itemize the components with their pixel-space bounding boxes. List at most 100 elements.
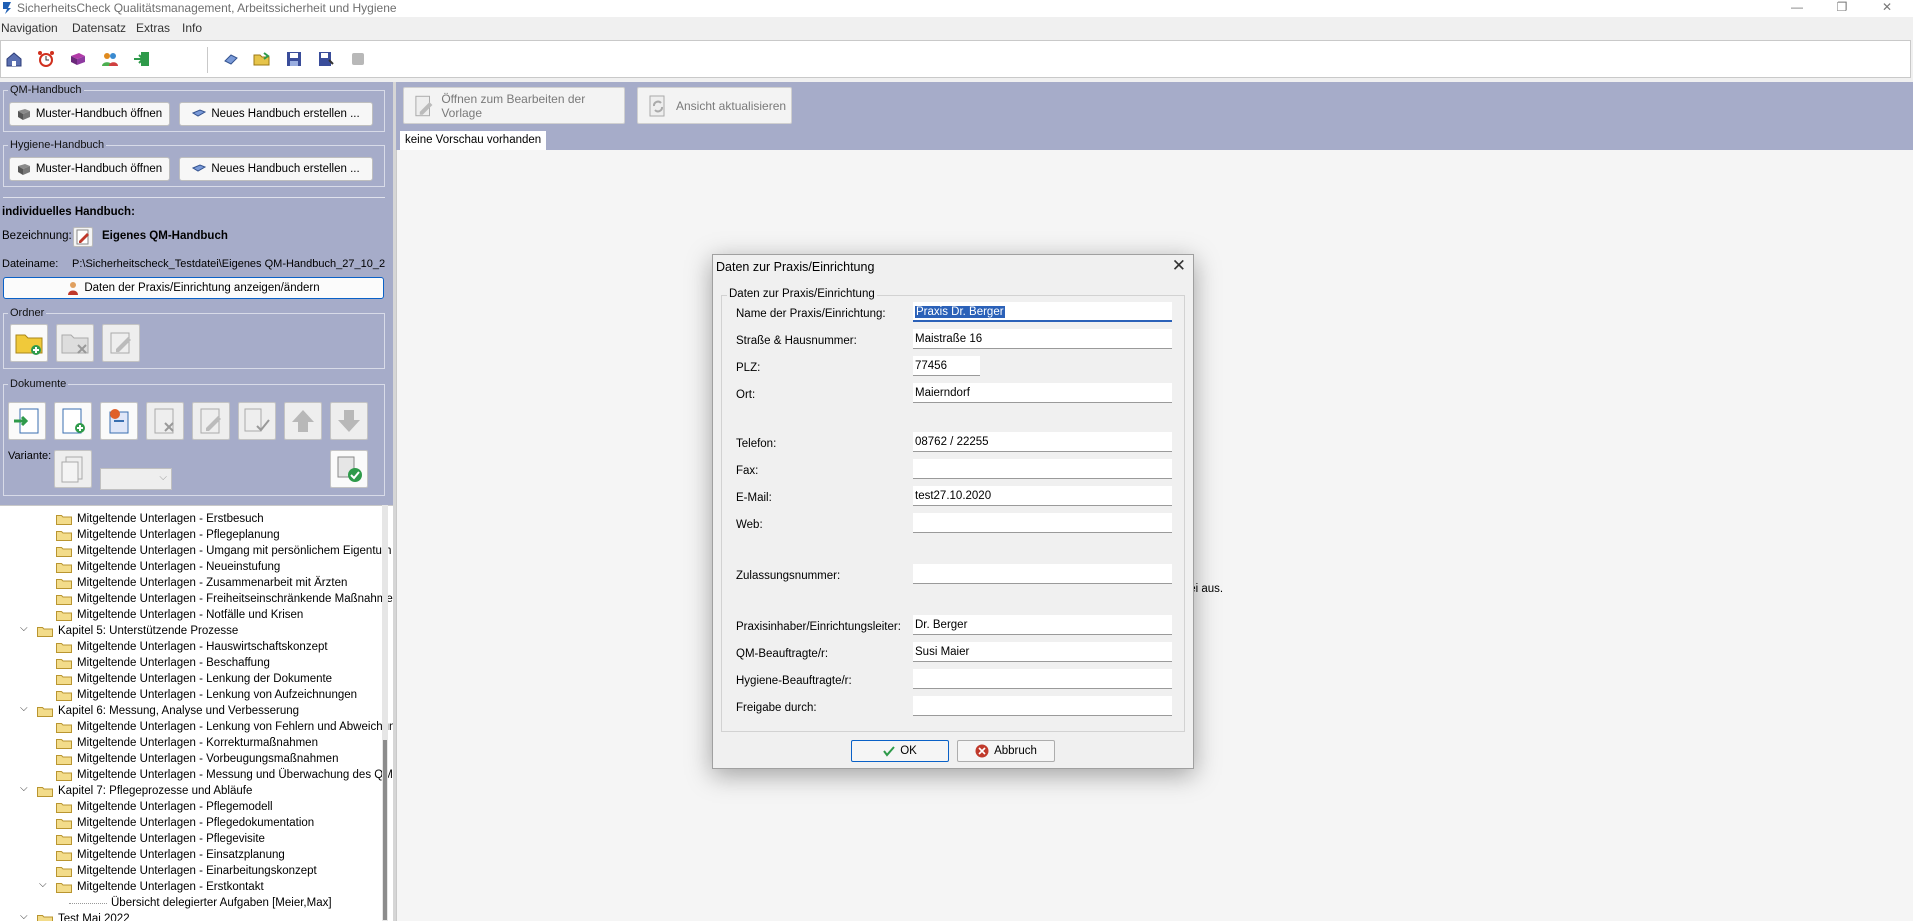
plz-field[interactable]: 77456 bbox=[913, 356, 980, 376]
hygiene-new-handbook-button[interactable]: Neues Handbuch erstellen ... bbox=[179, 157, 373, 181]
home-icon[interactable] bbox=[5, 50, 23, 68]
minimize-button[interactable]: — bbox=[1782, 0, 1812, 17]
tree-item[interactable]: Mitgeltende Unterlagen - Neueinstufung bbox=[56, 559, 280, 575]
settings-icon[interactable] bbox=[349, 50, 367, 68]
qm-open-sample-button[interactable]: Muster-Handbuch öffnen bbox=[9, 102, 170, 126]
rename-folder-button[interactable] bbox=[102, 324, 140, 362]
tree-item[interactable]: Mitgeltende Unterlagen - Beschaffung bbox=[56, 655, 270, 671]
tree-item[interactable]: Mitgeltende Unterlagen - Einsatzplanung bbox=[56, 847, 285, 863]
arrow-down-icon bbox=[338, 410, 360, 432]
tree-item[interactable]: Mitgeltende Unterlagen - Vorbeugungsmaßn… bbox=[56, 751, 338, 767]
users-icon[interactable] bbox=[101, 50, 119, 68]
ok-label: OK bbox=[900, 745, 917, 757]
open-for-edit-label: Öffnen zum Bearbeiten der Vorlage bbox=[441, 91, 586, 120]
new-document-button[interactable] bbox=[54, 402, 92, 440]
tree-chapter[interactable]: ⌵ Kapitel 5: Unterstützende Prozesse bbox=[20, 623, 238, 639]
delete-folder-button[interactable] bbox=[56, 324, 94, 362]
fax-field[interactable] bbox=[913, 459, 1172, 479]
tree-item[interactable]: Mitgeltende Unterlagen - Lenkung der Dok… bbox=[56, 671, 332, 687]
chevron-down-icon[interactable]: ⌵ bbox=[20, 703, 28, 714]
tree-item[interactable]: Mitgeltende Unterlagen - Umgang mit pers… bbox=[56, 543, 392, 559]
edit-document-button[interactable] bbox=[192, 402, 230, 440]
tree-item[interactable]: Mitgeltende Unterlagen - Pflegemodell bbox=[56, 799, 273, 815]
tree-document[interactable]: Übersicht delegierter Aufgaben [Meier,Ma… bbox=[69, 895, 332, 911]
open-for-edit-button[interactable]: Öffnen zum Bearbeiten der Vorlage bbox=[403, 87, 625, 124]
open-folder-icon[interactable] bbox=[253, 50, 271, 68]
hygiene-field[interactable] bbox=[913, 669, 1172, 689]
tree-item[interactable]: Mitgeltende Unterlagen - Hauswirtschafts… bbox=[56, 639, 328, 655]
name-value: Praxis Dr. Berger bbox=[915, 306, 1005, 318]
tree-item[interactable]: Mitgeltende Unterlagen - Korrekturmaßnah… bbox=[56, 735, 318, 751]
tree-item[interactable]: Mitgeltende Unterlagen - Notfälle und Kr… bbox=[56, 607, 303, 623]
save-icon[interactable] bbox=[285, 50, 303, 68]
move-up-button[interactable] bbox=[284, 402, 322, 440]
import-document-button[interactable] bbox=[8, 402, 46, 440]
maximize-button[interactable]: ❐ bbox=[1827, 0, 1857, 17]
menu-extras[interactable]: Extras bbox=[136, 21, 170, 35]
tree-item[interactable]: Mitgeltende Unterlagen - Freiheitseinsch… bbox=[56, 591, 393, 607]
telefon-field[interactable]: 08762 / 22255 bbox=[913, 432, 1172, 452]
move-down-button[interactable] bbox=[330, 402, 368, 440]
template-document-icon bbox=[109, 409, 129, 434]
tree-scrollbar[interactable] bbox=[382, 505, 388, 921]
tree-item[interactable]: Mitgeltende Unterlagen - Zusammenarbeit … bbox=[56, 575, 347, 591]
zulassung-field[interactable] bbox=[913, 564, 1172, 584]
book-icon[interactable] bbox=[69, 50, 87, 68]
tree-chapter[interactable]: ⌵ Kapitel 6: Messung, Analyse und Verbess… bbox=[20, 703, 299, 719]
menu-navigation[interactable]: Navigation bbox=[1, 21, 58, 35]
menu-datensatz[interactable]: Datensatz bbox=[72, 21, 126, 35]
tree-item[interactable]: Mitgeltende Unterlagen - Messung und Übe… bbox=[56, 767, 393, 783]
delete-document-button[interactable] bbox=[146, 402, 184, 440]
tree-item[interactable]: Mitgeltende Unterlagen - Pflegeplanung bbox=[56, 527, 280, 543]
email-field[interactable]: test27.10.2020 bbox=[913, 486, 1172, 506]
scrollbar-thumb[interactable] bbox=[383, 740, 387, 920]
check-document-button[interactable] bbox=[330, 450, 368, 488]
tree-item[interactable]: Mitgeltende Unterlagen - Einarbeitungsko… bbox=[56, 863, 317, 879]
hygiene-open-sample-button[interactable]: Muster-Handbuch öffnen bbox=[9, 157, 170, 181]
new-book-icon bbox=[192, 164, 207, 172]
qm-field[interactable]: Susi Maier bbox=[913, 642, 1172, 662]
folder-icon bbox=[56, 674, 72, 685]
cancel-button[interactable]: Abbruch bbox=[957, 740, 1055, 762]
tree-item[interactable]: Mitgeltende Unterlagen - Pflegevisite bbox=[56, 831, 265, 847]
menu-info[interactable]: Info bbox=[182, 21, 202, 35]
variant-button[interactable] bbox=[54, 450, 92, 488]
exit-icon[interactable] bbox=[133, 50, 151, 68]
toolbar bbox=[0, 40, 1911, 78]
hygiene-new-handbook-label: Neues Handbuch erstellen ... bbox=[211, 163, 360, 175]
tree-chapter[interactable]: ⌵ Kapitel 7: Pflegeprozesse und Abläufe bbox=[20, 783, 253, 799]
ok-button[interactable]: OK bbox=[851, 740, 949, 762]
web-field[interactable] bbox=[913, 513, 1172, 533]
tree-chapter[interactable]: ⌵ Test Mai 2022 bbox=[20, 911, 130, 921]
ort-field[interactable]: Maierndorf bbox=[913, 383, 1172, 403]
close-icon[interactable]: ✕ bbox=[1172, 256, 1186, 276]
hygiene-label: Hygiene-Beauftragte/r: bbox=[736, 675, 852, 687]
chevron-down-icon[interactable]: ⌵ bbox=[20, 783, 28, 794]
eraser-icon[interactable] bbox=[222, 50, 240, 68]
chevron-down-icon[interactable]: ⌵ bbox=[20, 623, 28, 634]
edit-name-button[interactable] bbox=[73, 227, 93, 247]
variant-select[interactable]: ⌵ bbox=[100, 468, 172, 490]
close-window-button[interactable]: ✕ bbox=[1872, 0, 1902, 17]
freigabe-field[interactable] bbox=[913, 696, 1172, 716]
tree-item[interactable]: Mitgeltende Unterlagen - Lenkung von Feh… bbox=[56, 719, 393, 735]
chevron-down-icon[interactable]: ⌵ bbox=[39, 879, 47, 890]
tree-label: Kapitel 7: Pflegeprozesse und Abläufe bbox=[58, 785, 253, 797]
qm-new-handbook-button[interactable]: Neues Handbuch erstellen ... bbox=[179, 102, 373, 126]
inhaber-field[interactable]: Dr. Berger bbox=[913, 615, 1172, 635]
new-from-template-button[interactable] bbox=[100, 402, 138, 440]
save-as-icon[interactable] bbox=[317, 50, 335, 68]
approve-document-button[interactable] bbox=[238, 402, 276, 440]
refresh-view-button[interactable]: Ansicht aktualisieren bbox=[637, 87, 792, 124]
chevron-down-icon[interactable]: ⌵ bbox=[20, 911, 28, 921]
tree-item[interactable]: Mitgeltende Unterlagen - Pflegedokumenta… bbox=[56, 815, 314, 831]
tab-preview[interactable]: keine Vorschau vorhanden bbox=[400, 131, 547, 150]
tree-item[interactable]: Mitgeltende Unterlagen - Lenkung von Auf… bbox=[56, 687, 357, 703]
add-folder-button[interactable] bbox=[10, 324, 48, 362]
tree-item[interactable]: ⌵ Mitgeltende Unterlagen - Erstkontakt bbox=[39, 879, 264, 895]
tree-item[interactable]: Mitgeltende Unterlagen - Erstbesuch bbox=[56, 511, 264, 527]
name-field[interactable]: Praxis Dr. Berger bbox=[913, 302, 1172, 322]
praxis-data-button[interactable]: Daten der Praxis/Einrichtung anzeigen/än… bbox=[3, 277, 384, 299]
alarm-clock-icon[interactable] bbox=[37, 50, 55, 68]
strasse-field[interactable]: Maistraße 16 bbox=[913, 329, 1172, 349]
